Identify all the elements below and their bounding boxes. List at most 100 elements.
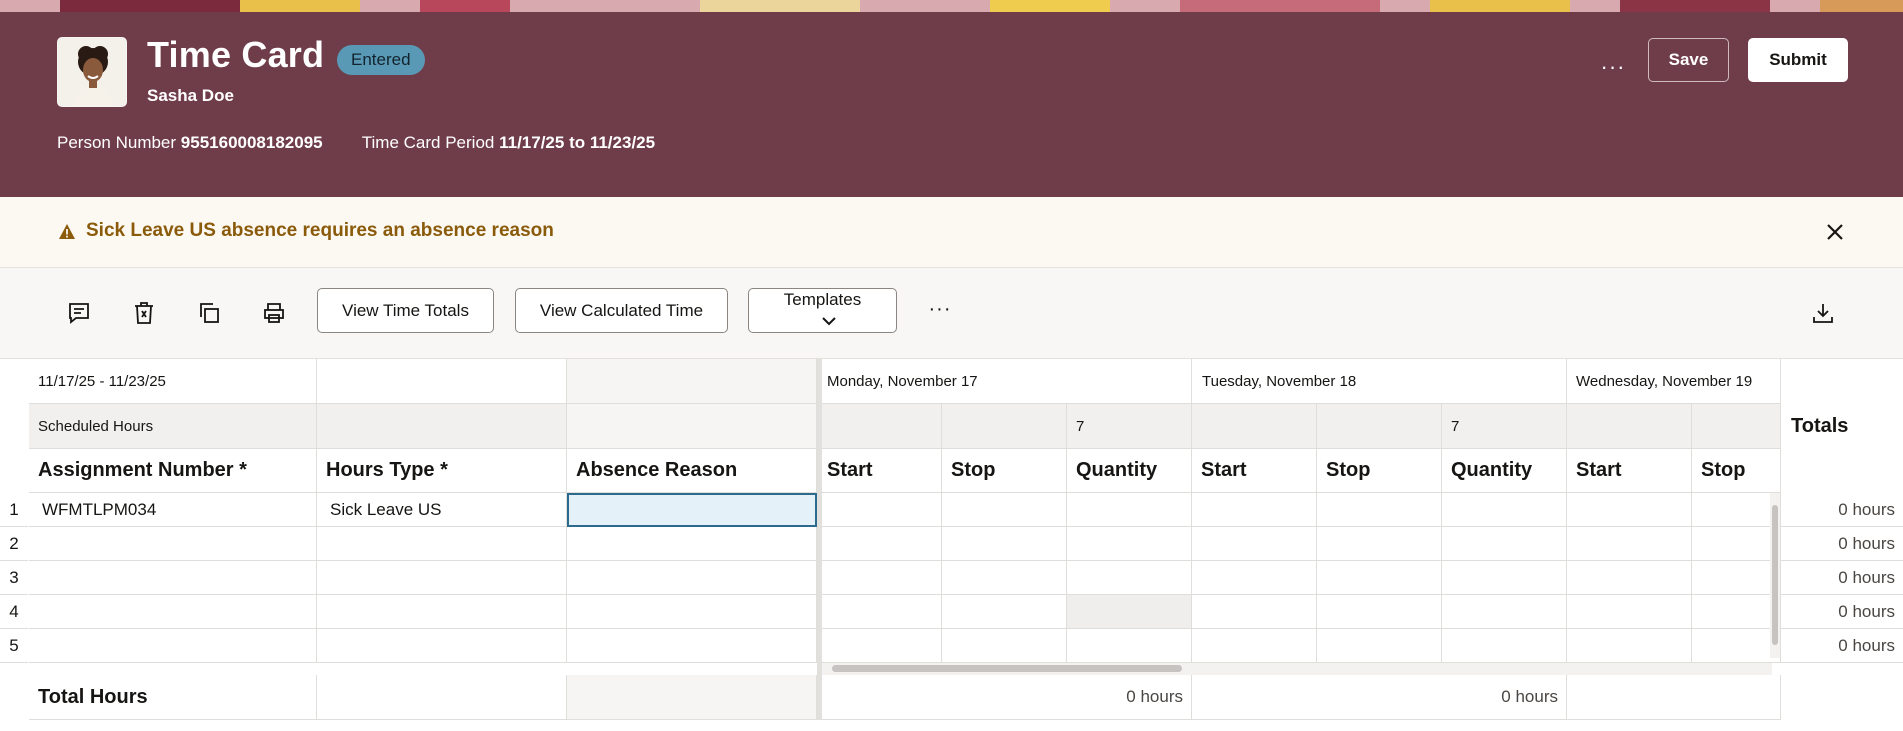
row-number: 5	[0, 629, 28, 663]
delete-icon[interactable]	[125, 294, 163, 332]
column-header-start[interactable]: Start	[1192, 449, 1317, 493]
scheduled-cell	[822, 404, 942, 449]
stop-cell[interactable]	[1692, 527, 1781, 561]
close-icon[interactable]	[1820, 217, 1850, 247]
column-header-start[interactable]: Start	[822, 449, 942, 493]
column-header-stop[interactable]: Stop	[1692, 449, 1781, 493]
row-number: 3	[0, 561, 28, 595]
hours-type-cell[interactable]	[317, 527, 567, 561]
scrollbar-thumb[interactable]	[832, 665, 1182, 672]
stop-cell[interactable]	[1317, 629, 1442, 663]
quantity-cell[interactable]	[1067, 595, 1192, 629]
horizontal-scrollbar[interactable]	[822, 663, 1772, 675]
column-header-stop[interactable]: Stop	[1317, 449, 1442, 493]
start-cell[interactable]	[1192, 527, 1317, 561]
start-cell[interactable]	[1192, 595, 1317, 629]
start-cell[interactable]	[822, 595, 942, 629]
assignment-number-cell[interactable]: WFMTLPM034	[29, 493, 317, 527]
quantity-cell[interactable]	[1442, 493, 1567, 527]
hours-type-cell[interactable]	[317, 629, 567, 663]
timecard-meta: Person Number 955160008182095 Time Card …	[57, 133, 655, 153]
stop-cell[interactable]	[1692, 595, 1781, 629]
stop-cell[interactable]	[1317, 527, 1442, 561]
absence-reason-cell[interactable]	[567, 629, 817, 663]
quantity-cell[interactable]	[1442, 595, 1567, 629]
start-cell[interactable]	[1192, 561, 1317, 595]
stop-cell[interactable]	[942, 561, 1067, 595]
start-cell[interactable]	[1567, 561, 1692, 595]
more-actions-icon[interactable]: ···	[1598, 56, 1628, 86]
start-cell[interactable]	[1192, 493, 1317, 527]
chevron-down-icon	[821, 311, 836, 331]
row-total: 0 hours	[1781, 561, 1903, 595]
column-header-absence-reason[interactable]: Absence Reason	[567, 449, 817, 493]
quantity-cell[interactable]	[1442, 527, 1567, 561]
assignment-number-cell[interactable]	[29, 629, 317, 663]
stop-cell[interactable]	[942, 527, 1067, 561]
quantity-cell[interactable]	[1442, 629, 1567, 663]
templates-label: Templates	[783, 290, 862, 310]
stop-cell[interactable]	[1317, 595, 1442, 629]
start-cell[interactable]	[1567, 527, 1692, 561]
start-cell[interactable]	[1567, 493, 1692, 527]
period-label: Time Card Period	[361, 133, 495, 152]
quantity-cell[interactable]	[1067, 561, 1192, 595]
quantity-cell[interactable]	[1067, 527, 1192, 561]
start-cell[interactable]	[822, 561, 942, 595]
column-header-quantity[interactable]: Quantity	[1442, 449, 1567, 493]
assignment-number-cell[interactable]	[29, 595, 317, 629]
row-total: 0 hours	[1781, 595, 1903, 629]
templates-dropdown[interactable]: Templates	[748, 288, 897, 333]
column-header-stop[interactable]: Stop	[942, 449, 1067, 493]
hours-type-cell[interactable]: Sick Leave US	[317, 493, 567, 527]
row-total: 0 hours	[1781, 527, 1903, 561]
day-header-wednesday: Wednesday, November 19	[1567, 359, 1781, 404]
scrollbar-thumb[interactable]	[1772, 505, 1778, 645]
quantity-cell[interactable]	[1067, 493, 1192, 527]
assignment-number-cell[interactable]	[29, 527, 317, 561]
total-hours-cell	[317, 675, 567, 720]
day-header-tuesday: Tuesday, November 18	[1192, 359, 1567, 404]
absence-reason-cell[interactable]	[567, 493, 817, 527]
view-calculated-time-button[interactable]: View Calculated Time	[515, 288, 728, 333]
stop-cell[interactable]	[1692, 493, 1781, 527]
start-cell[interactable]	[1192, 629, 1317, 663]
download-icon[interactable]	[1804, 294, 1842, 332]
copy-icon[interactable]	[190, 294, 228, 332]
row-number: 1	[0, 493, 28, 527]
totals-header: Totals	[1791, 415, 1849, 437]
print-icon[interactable]	[255, 294, 293, 332]
toolbar-more-icon[interactable]: ···	[925, 298, 955, 328]
start-cell[interactable]	[822, 629, 942, 663]
assignment-number-cell[interactable]	[29, 561, 317, 595]
column-header-start[interactable]: Start	[1567, 449, 1692, 493]
absence-reason-cell[interactable]	[567, 595, 817, 629]
hours-type-cell[interactable]	[317, 561, 567, 595]
stop-cell[interactable]	[1692, 561, 1781, 595]
scheduled-cell	[1567, 404, 1692, 449]
column-header-assignment[interactable]: Assignment Number *	[29, 449, 317, 493]
start-cell[interactable]	[1567, 595, 1692, 629]
quantity-cell[interactable]	[1067, 629, 1192, 663]
quantity-cell[interactable]	[1442, 561, 1567, 595]
vertical-scrollbar[interactable]	[1770, 493, 1780, 658]
start-cell[interactable]	[822, 493, 942, 527]
column-header-quantity[interactable]: Quantity	[1067, 449, 1192, 493]
stop-cell[interactable]	[942, 493, 1067, 527]
stop-cell[interactable]	[1317, 493, 1442, 527]
submit-button[interactable]: Submit	[1748, 38, 1848, 82]
start-cell[interactable]	[1567, 629, 1692, 663]
comment-icon[interactable]	[60, 294, 98, 332]
absence-reason-cell[interactable]	[567, 561, 817, 595]
absence-reason-cell[interactable]	[567, 527, 817, 561]
save-button[interactable]: Save	[1648, 38, 1729, 82]
stop-cell[interactable]	[1692, 629, 1781, 663]
stop-cell[interactable]	[942, 629, 1067, 663]
start-cell[interactable]	[822, 527, 942, 561]
column-header-hours-type[interactable]: Hours Type *	[317, 449, 567, 493]
stop-cell[interactable]	[942, 595, 1067, 629]
day-header-monday: Monday, November 17	[822, 359, 1192, 404]
hours-type-cell[interactable]	[317, 595, 567, 629]
view-time-totals-button[interactable]: View Time Totals	[317, 288, 494, 333]
stop-cell[interactable]	[1317, 561, 1442, 595]
